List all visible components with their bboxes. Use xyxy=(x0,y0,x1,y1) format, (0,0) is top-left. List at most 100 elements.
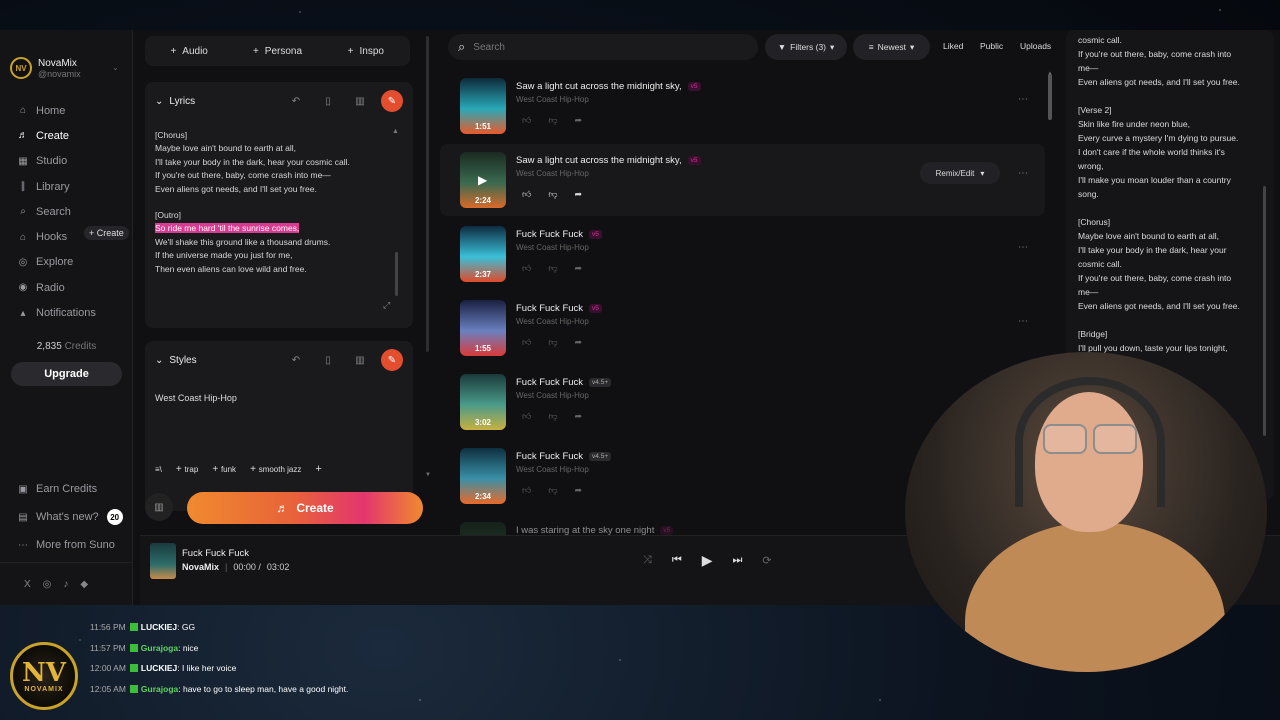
thumbs-up-icon[interactable]: 👍︎ xyxy=(522,189,531,200)
thumbs-up-icon[interactable]: 👍︎ xyxy=(522,485,531,496)
lyrics-textarea[interactable]: [Chorus] Maybe love ain't bound to earth … xyxy=(155,129,395,276)
song-genre[interactable]: West Coast Hip-Hop xyxy=(516,317,589,326)
sidebar-item-notifications[interactable]: ▴ Notifications xyxy=(18,300,95,325)
more-options-icon[interactable]: ⋯ xyxy=(1018,168,1028,179)
song-genre[interactable]: West Coast Hip-Hop xyxy=(516,243,589,252)
hooks-create-button[interactable]: + Create xyxy=(84,226,129,240)
remix-edit-button[interactable]: Remix/Edit ▾ xyxy=(920,162,1000,184)
shuffle-icon[interactable]: ⤨ xyxy=(643,554,652,567)
player-artist[interactable]: NovaMix xyxy=(182,562,219,572)
song-genre[interactable]: West Coast Hip-Hop xyxy=(516,465,589,474)
undo-icon[interactable]: ↶ xyxy=(285,90,307,112)
song-genre[interactable]: West Coast Hip-Hop xyxy=(516,391,589,400)
player-song-title[interactable]: Fuck Fuck Fuck xyxy=(182,548,249,559)
share-icon[interactable]: ➦ xyxy=(575,189,583,200)
public-filter[interactable]: Public xyxy=(980,41,1003,51)
lyrics-scrollbar[interactable] xyxy=(395,252,398,296)
thumbs-down-icon[interactable]: 👎︎ xyxy=(548,337,557,348)
song-cover-art[interactable]: 1:51 xyxy=(460,78,506,134)
magic-wand-icon[interactable]: ✎ xyxy=(381,90,403,112)
more-options-icon[interactable]: ⋯ xyxy=(1018,316,1028,327)
scroll-down-icon[interactable]: ▼ xyxy=(425,472,431,478)
styles-input[interactable]: West Coast Hip-Hop xyxy=(155,393,237,403)
song-title[interactable]: Saw a light cut across the midnight sky, xyxy=(516,81,682,92)
bookmark-icon[interactable]: ▯ xyxy=(317,90,339,112)
thumbs-down-icon[interactable]: 👎︎ xyxy=(548,485,557,496)
add-inspo-button[interactable]: + Inspo xyxy=(322,36,410,66)
search-input[interactable]: ⌕ Search xyxy=(448,34,758,60)
previous-icon[interactable]: ⏮ xyxy=(672,554,682,567)
expand-icon[interactable]: ⤢ xyxy=(383,300,390,311)
song-cover-art[interactable]: ▶ 2:24 xyxy=(460,152,506,208)
sidebar-item-studio[interactable]: ▦ Studio xyxy=(18,149,96,174)
thumbs-down-icon[interactable]: 👎︎ xyxy=(548,115,557,126)
song-genre[interactable]: West Coast Hip-Hop xyxy=(516,169,589,178)
earn-credits-link[interactable]: ▣ Earn Credits xyxy=(18,475,123,503)
thumbs-down-icon[interactable]: 👎︎ xyxy=(548,189,557,200)
share-icon[interactable]: ➦ xyxy=(575,485,583,496)
song-row[interactable]: 2:37 Fuck Fuck Fuck v5 West Coast Hip-Hop 👍︎… xyxy=(440,218,1045,290)
player-cover-art[interactable] xyxy=(150,543,176,579)
song-title[interactable]: Fuck Fuck Fuck xyxy=(516,451,583,462)
bookmark-icon[interactable]: ▯ xyxy=(317,349,339,371)
sidebar-item-create[interactable]: ♬ Create xyxy=(18,123,96,148)
song-cover-art[interactable]: 2:37 xyxy=(460,226,506,282)
repeat-icon[interactable]: ⟳ xyxy=(762,554,771,567)
song-row[interactable]: ▶ 2:24 Saw a light cut across the midnight… xyxy=(440,144,1045,216)
more-options-icon[interactable]: ⋯ xyxy=(1018,242,1028,253)
trash-icon[interactable]: ▥ xyxy=(349,349,371,371)
upgrade-button[interactable]: Upgrade xyxy=(11,362,122,386)
thumbs-up-icon[interactable]: 👍︎ xyxy=(522,263,531,274)
sort-button[interactable]: ≡ Newest ▾ xyxy=(853,34,930,60)
song-list-scrollbar[interactable] xyxy=(1048,74,1052,120)
thumbs-down-icon[interactable]: 👎︎ xyxy=(548,411,557,422)
detail-scrollbar[interactable] xyxy=(1263,186,1266,436)
chevron-down-icon[interactable]: ⌄ xyxy=(112,63,119,72)
add-audio-button[interactable]: + Audio xyxy=(145,36,233,66)
scroll-up-icon[interactable]: ▲ xyxy=(392,128,399,135)
more-options-icon[interactable]: ⋯ xyxy=(1018,94,1028,105)
play-icon[interactable]: ▶ xyxy=(478,173,487,187)
add-persona-button[interactable]: + Persona xyxy=(233,36,321,66)
thumbs-down-icon[interactable]: 👎︎ xyxy=(548,263,557,274)
song-title[interactable]: Fuck Fuck Fuck xyxy=(516,303,583,314)
discord-icon[interactable]: ◆ xyxy=(80,579,88,590)
song-row[interactable]: 1:51 Saw a light cut across the midnight … xyxy=(440,70,1045,142)
tiktok-icon[interactable]: ♪ xyxy=(63,579,68,590)
share-icon[interactable]: ➦ xyxy=(575,411,583,422)
tag-funk[interactable]: funk xyxy=(212,464,236,475)
play-icon[interactable]: ▶ xyxy=(702,552,713,569)
plus-icon[interactable]: + xyxy=(315,463,321,475)
more-from-suno-link[interactable]: ⋯ More from Suno xyxy=(18,531,123,559)
song-title[interactable]: Fuck Fuck Fuck xyxy=(516,377,583,388)
clear-form-button[interactable]: ▥ xyxy=(145,493,173,521)
song-cover-art[interactable]: 3:02 xyxy=(460,374,506,430)
x-icon[interactable]: X xyxy=(24,579,31,590)
instagram-icon[interactable]: ◎ xyxy=(43,579,52,590)
tag-library-icon[interactable]: ≡\ xyxy=(155,465,162,474)
sidebar-item-radio[interactable]: ◉ Radio xyxy=(18,275,96,300)
thumbs-up-icon[interactable]: 👍︎ xyxy=(522,411,531,422)
undo-icon[interactable]: ↶ xyxy=(285,349,307,371)
sidebar-item-library[interactable]: ∥ Library xyxy=(18,174,96,199)
sidebar-item-search[interactable]: ⌕ Search xyxy=(18,199,96,224)
song-cover-art[interactable]: 1:55 xyxy=(460,300,506,356)
next-icon[interactable]: ⏭ xyxy=(733,554,743,567)
tag-trap[interactable]: trap xyxy=(176,464,199,475)
share-icon[interactable]: ➦ xyxy=(575,263,583,274)
uploads-filter[interactable]: Uploads xyxy=(1020,41,1051,51)
account-switcher[interactable]: NV NovaMix @novamix xyxy=(10,57,81,79)
thumbs-up-icon[interactable]: 👍︎ xyxy=(522,115,531,126)
song-cover-art[interactable]: 2:34 xyxy=(460,448,506,504)
song-row[interactable]: 1:55 Fuck Fuck Fuck v5 West Coast Hip-Hop 👍︎… xyxy=(440,292,1045,364)
create-button[interactable]: ♬ Create xyxy=(187,492,423,524)
tag-smooth-jazz[interactable]: smooth jazz xyxy=(250,464,302,475)
sidebar-item-explore[interactable]: ◎ Explore xyxy=(18,250,96,275)
panel-scrollbar[interactable] xyxy=(426,36,429,352)
thumbs-up-icon[interactable]: 👍︎ xyxy=(522,337,531,348)
whats-new-link[interactable]: ▤ What's new? 20 xyxy=(18,503,123,531)
liked-filter[interactable]: Liked xyxy=(943,41,963,51)
song-cover-art[interactable] xyxy=(460,522,506,536)
magic-wand-icon[interactable]: ✎ xyxy=(381,349,403,371)
share-icon[interactable]: ➦ xyxy=(575,115,583,126)
